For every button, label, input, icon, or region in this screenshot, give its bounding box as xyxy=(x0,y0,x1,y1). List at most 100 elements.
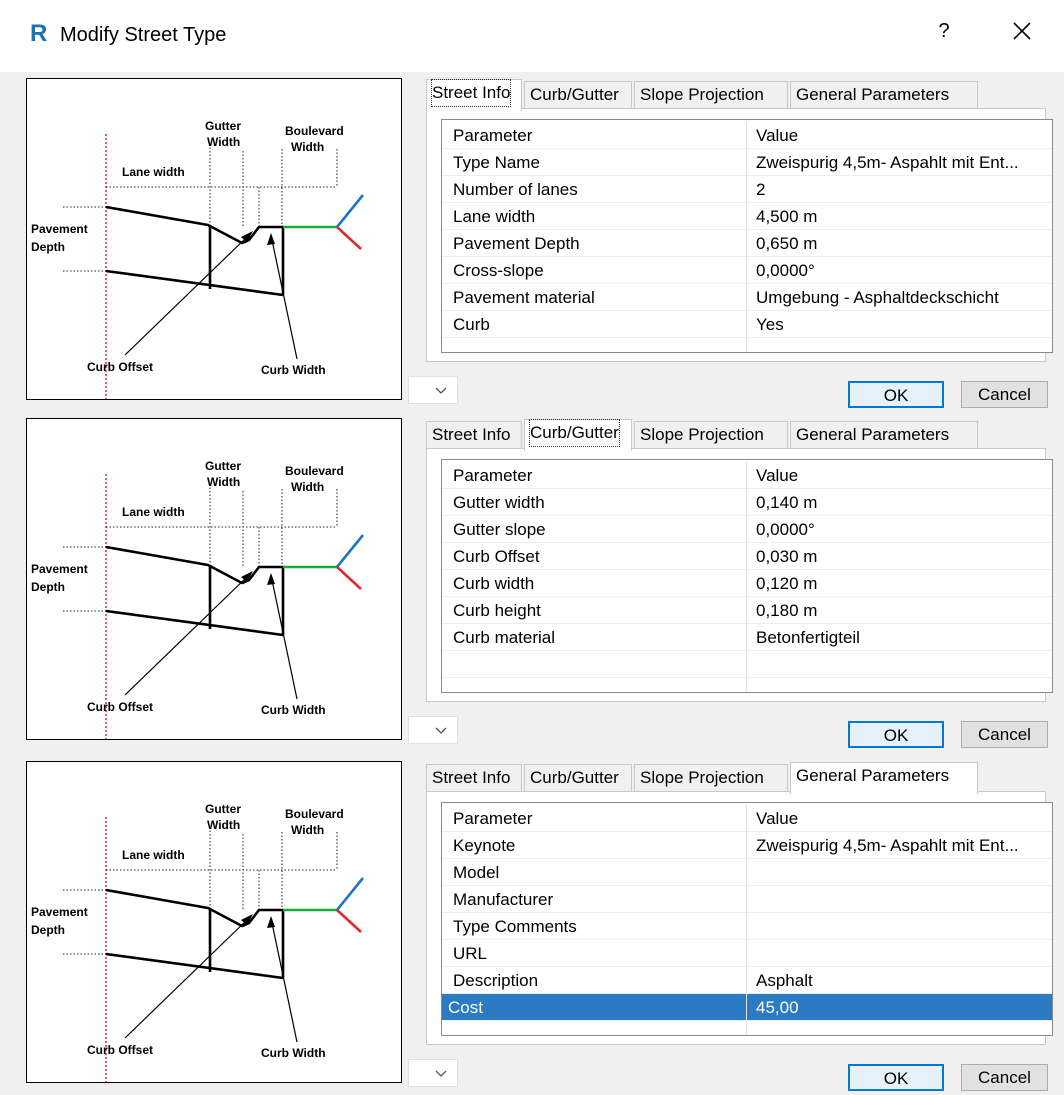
parameter-value[interactable]: Asphalt xyxy=(747,967,1052,994)
parameter-value[interactable]: 0,0000° xyxy=(747,257,1052,284)
tab-label: Curb/Gutter xyxy=(530,768,619,787)
parameter-value[interactable]: Yes xyxy=(747,311,1052,338)
empty-cell xyxy=(442,651,747,678)
tab-general-parameters[interactable]: General Parameters xyxy=(790,421,978,449)
parameter-value[interactable]: 0,0000° xyxy=(747,516,1052,543)
parameter-value[interactable]: Zweispurig 4,5m- Aspahlt mit Ent... xyxy=(747,832,1052,859)
curb-offset-label: Curb Offset xyxy=(87,360,153,374)
table-row[interactable]: Curb height 0,180 m xyxy=(442,597,1052,624)
parameter-value[interactable]: 45,00 xyxy=(747,994,1052,1021)
table-row[interactable]: Gutter slope 0,0000° xyxy=(442,516,1052,543)
table-row[interactable]: Model xyxy=(442,859,1052,886)
table-row[interactable]: Number of lanes 2 xyxy=(442,176,1052,203)
table-row[interactable]: Lane width 4,500 m xyxy=(442,203,1052,230)
lane-width-label: Lane width xyxy=(122,165,185,179)
cancel-button[interactable]: Cancel xyxy=(961,1064,1048,1091)
table-row[interactable]: URL xyxy=(442,940,1052,967)
parameter-value[interactable]: 0,180 m xyxy=(747,597,1052,624)
parameter-name: Curb width xyxy=(442,570,747,597)
parameter-value[interactable] xyxy=(747,859,1052,886)
table-row[interactable]: Curb Offset 0,030 m xyxy=(442,543,1052,570)
cancel-button[interactable]: Cancel xyxy=(961,721,1048,748)
table-row[interactable]: Type Name Zweispurig 4,5m- Aspahlt mit En… xyxy=(442,149,1052,176)
pavement-depth-label: Pavement Depth xyxy=(31,905,88,937)
tab-slope-projection[interactable]: Slope Projection xyxy=(634,81,788,109)
empty-row xyxy=(442,678,1052,692)
parameter-value[interactable] xyxy=(747,913,1052,940)
dialog-panel: Gutter Width Boulevard Width Lane width Pa… xyxy=(0,412,1064,748)
table-row[interactable]: Curb Yes xyxy=(442,311,1052,338)
parameter-value[interactable]: 0,650 m xyxy=(747,230,1052,257)
tab-slope-projection[interactable]: Slope Projection xyxy=(634,421,788,449)
tab-curb-gutter[interactable]: Curb/Gutter xyxy=(524,81,632,109)
table-row[interactable]: Curb width 0,120 m xyxy=(442,570,1052,597)
parameter-grid: Parameter Value Keynote Zweispurig 4,5m- As… xyxy=(441,802,1053,1036)
tab-content: Parameter Value Gutter width 0,140 m Gutter … xyxy=(426,448,1053,702)
dialog-panel: Gutter Width Boulevard Width Lane width Pa… xyxy=(0,72,1064,408)
table-row[interactable]: Cost 45,00 xyxy=(442,994,1052,1021)
chevron-down-icon xyxy=(435,387,447,394)
value-column-header: Value xyxy=(747,122,1052,149)
curb-width-label: Curb Width xyxy=(261,363,326,377)
parameter-name: Curb xyxy=(442,311,747,338)
empty-row xyxy=(442,1021,1052,1035)
tab-street-info[interactable]: Street Info xyxy=(426,764,522,792)
tab-general-parameters[interactable]: General Parameters xyxy=(790,81,978,109)
close-button[interactable] xyxy=(1008,17,1036,45)
cancel-button[interactable]: Cancel xyxy=(961,381,1048,408)
parameter-name: Curb material xyxy=(442,624,747,651)
parameter-name: Cross-slope xyxy=(442,257,747,284)
type-dropdown[interactable] xyxy=(408,1059,458,1087)
table-row[interactable]: Description Asphalt xyxy=(442,967,1052,994)
table-row[interactable]: Manufacturer xyxy=(442,886,1052,913)
parameter-value[interactable]: Betonfertigteil xyxy=(747,624,1052,651)
type-dropdown[interactable] xyxy=(408,376,458,404)
parameter-value[interactable]: 0,140 m xyxy=(747,489,1052,516)
parameter-value[interactable]: Umgebung - Asphaltdeckschicht xyxy=(747,284,1052,311)
help-button[interactable]: ? xyxy=(934,20,954,43)
parameter-value[interactable]: 0,030 m xyxy=(747,543,1052,570)
gutter-width-label: Gutter Width xyxy=(205,459,241,489)
boulevard-width-label: Boulevard Width xyxy=(285,464,344,494)
tab-general-parameters[interactable]: General Parameters xyxy=(790,762,978,794)
parameter-value[interactable]: 2 xyxy=(747,176,1052,203)
tab-curb-gutter[interactable]: Curb/Gutter xyxy=(524,764,632,792)
tab-curb-gutter[interactable]: Curb/Gutter xyxy=(524,419,632,451)
grid-header: Parameter Value xyxy=(442,805,1052,832)
tab-label: Street Info xyxy=(432,768,511,787)
parameter-name: Pavement material xyxy=(442,284,747,311)
table-row[interactable]: Pavement material Umgebung - Asphaltdecks… xyxy=(442,284,1052,311)
parameter-name: Pavement Depth xyxy=(442,230,747,257)
parameter-column-header: Parameter xyxy=(442,122,747,149)
type-dropdown[interactable] xyxy=(408,716,458,744)
curb-width-label: Curb Width xyxy=(261,703,326,717)
empty-cell xyxy=(442,1021,747,1035)
parameter-value[interactable] xyxy=(747,886,1052,913)
tab-label: Curb/Gutter xyxy=(529,419,620,447)
parameter-name: Lane width xyxy=(442,203,747,230)
table-row[interactable]: Cross-slope 0,0000° xyxy=(442,257,1052,284)
parameter-value[interactable]: Zweispurig 4,5m- Aspahlt mit Ent... xyxy=(747,149,1052,176)
table-row[interactable]: Gutter width 0,140 m xyxy=(442,489,1052,516)
tab-street-info[interactable]: Street Info xyxy=(426,421,522,449)
table-row[interactable]: Type Comments xyxy=(442,913,1052,940)
parameter-value[interactable]: 4,500 m xyxy=(747,203,1052,230)
parameter-value[interactable]: 0,120 m xyxy=(747,570,1052,597)
empty-cell xyxy=(747,338,1052,352)
parameter-value[interactable] xyxy=(747,940,1052,967)
tab-slope-projection[interactable]: Slope Projection xyxy=(634,764,788,792)
table-row[interactable]: Pavement Depth 0,650 m xyxy=(442,230,1052,257)
tab-street-info[interactable]: Street Info xyxy=(426,79,522,111)
pavement-depth-label: Pavement Depth xyxy=(31,562,88,594)
table-row[interactable]: Curb material Betonfertigteil xyxy=(442,624,1052,651)
table-row[interactable]: Keynote Zweispurig 4,5m- Aspahlt mit Ent.… xyxy=(442,832,1052,859)
lane-width-label: Lane width xyxy=(122,505,185,519)
tab-label: General Parameters xyxy=(796,766,950,785)
empty-cell xyxy=(747,678,1052,692)
lane-width-label: Lane width xyxy=(122,848,185,862)
ok-button[interactable]: OK xyxy=(848,381,944,408)
ok-button[interactable]: OK xyxy=(848,721,944,748)
gutter-width-label: Gutter Width xyxy=(205,802,241,832)
ok-button[interactable]: OK xyxy=(848,1064,944,1091)
grid-header: Parameter Value xyxy=(442,122,1052,149)
